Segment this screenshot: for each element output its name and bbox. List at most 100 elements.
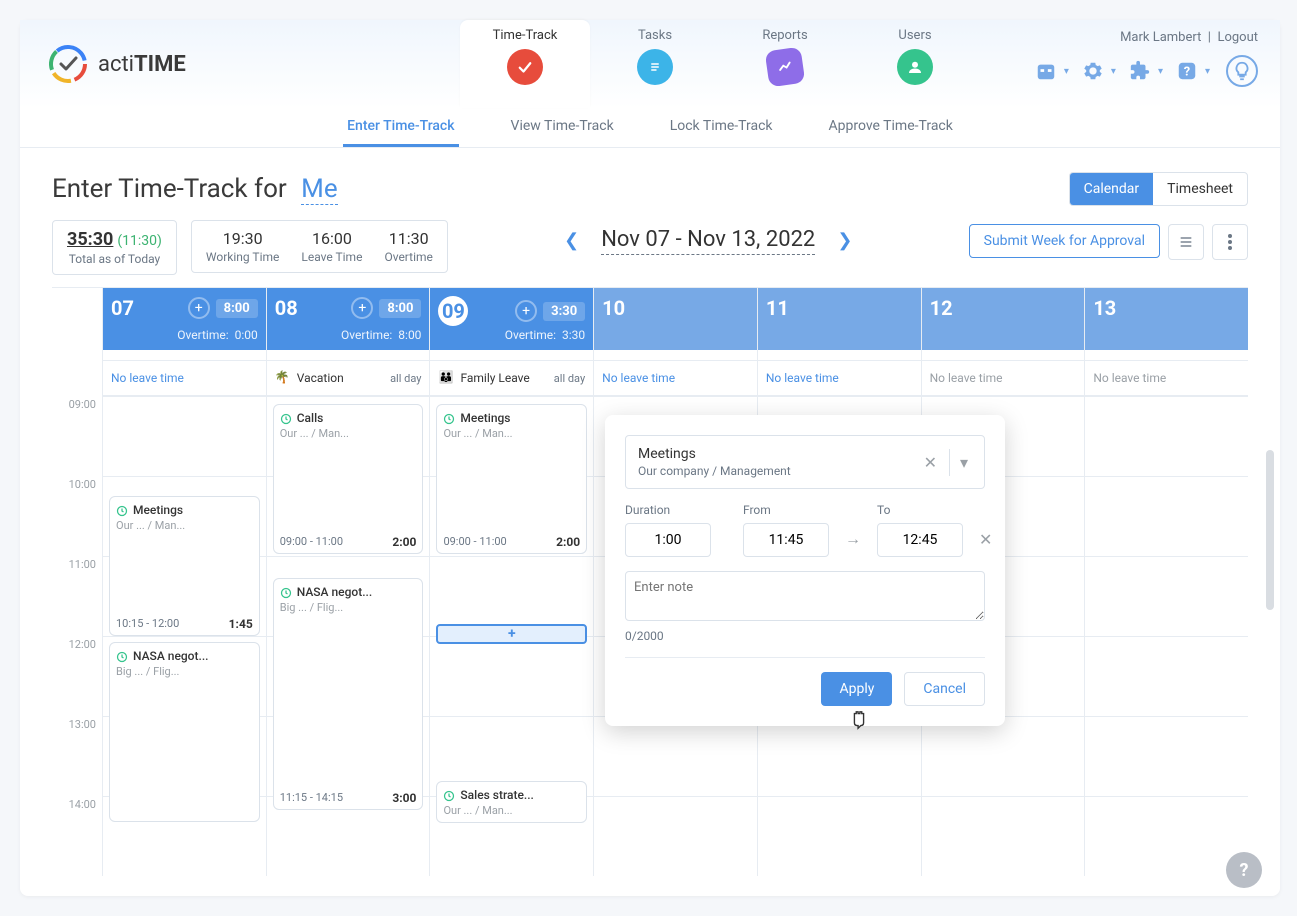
to-input[interactable] xyxy=(877,523,963,557)
calendar-event[interactable]: MeetingsOur ... / Man...09:00 - 11:002:0… xyxy=(436,404,587,554)
leave-row[interactable]: 👪 Family Leave all day xyxy=(430,360,593,396)
subnav-enter[interactable]: Enter Time-Track xyxy=(343,108,458,147)
clear-task-icon[interactable]: ✕ xyxy=(920,449,941,476)
subnav-approve[interactable]: Approve Time-Track xyxy=(825,108,957,147)
add-entry-icon[interactable]: + xyxy=(515,300,537,322)
leave-row[interactable]: 🌴Vacationall day xyxy=(267,360,430,396)
clock-icon xyxy=(116,651,128,663)
calendar-event[interactable]: Sales strate...Our ... / Man... xyxy=(436,781,587,823)
list-view-icon[interactable] xyxy=(1168,224,1204,260)
clock-icon xyxy=(443,790,455,802)
day-col: 08+8:00Overtime: 8:00 🌴Vacationall day Ca… xyxy=(266,288,430,876)
nav-tasks[interactable]: Tasks xyxy=(590,20,720,108)
user-icon xyxy=(897,49,933,85)
day-overtime: Overtime: 3:30 xyxy=(438,328,585,342)
clock-icon xyxy=(280,413,292,425)
calendar-event[interactable]: NASA negot...Big ... / Flig...11:15 - 14… xyxy=(273,578,424,810)
view-calendar[interactable]: Calendar xyxy=(1070,173,1154,205)
help-fab[interactable]: ? xyxy=(1226,852,1262,888)
leave-text: Vacation xyxy=(297,371,344,385)
title-row: Enter Time-Track for Me Calendar Timeshe… xyxy=(52,172,1248,206)
duration-input[interactable] xyxy=(625,523,711,557)
note-input[interactable] xyxy=(625,571,985,621)
clear-time-icon[interactable]: ✕ xyxy=(979,530,992,557)
nav-reports[interactable]: Reports xyxy=(720,20,850,108)
summary-total[interactable]: 35:30(11:30) Total as of Today xyxy=(52,220,177,275)
leave-text: No leave time xyxy=(766,371,839,385)
hour-label: 10:00 xyxy=(52,476,102,556)
logo[interactable]: actiTIME xyxy=(20,20,460,108)
calendar-event[interactable]: CallsOur ... / Man...09:00 - 11:002:00 xyxy=(273,404,424,554)
leave-tag: all day xyxy=(554,372,585,385)
calendar-event[interactable]: NASA negot...Big ... / Flig... xyxy=(109,642,260,822)
logo-icon xyxy=(48,44,88,84)
day-header[interactable]: 11 xyxy=(758,288,921,350)
leave-text: No leave time xyxy=(602,371,675,385)
next-week[interactable]: ❯ xyxy=(833,226,856,255)
day-number: 07 xyxy=(111,296,134,320)
leave-text: Family Leave xyxy=(460,371,529,385)
username-link[interactable]: Mark Lambert xyxy=(1120,30,1201,45)
hour-label: 09:00 xyxy=(52,396,102,476)
help-icon[interactable]: ? xyxy=(1173,57,1201,85)
prev-week[interactable]: ❮ xyxy=(560,226,583,255)
nav-users[interactable]: Users xyxy=(850,20,980,108)
scrollbar[interactable] xyxy=(1266,450,1274,610)
add-entry-icon[interactable]: + xyxy=(188,297,210,319)
leave-row[interactable]: No leave time xyxy=(594,360,757,396)
view-timesheet[interactable]: Timesheet xyxy=(1153,173,1247,205)
gear-icon[interactable] xyxy=(1079,57,1107,85)
apply-button[interactable]: Apply xyxy=(821,672,892,706)
add-entry-icon[interactable]: + xyxy=(351,297,373,319)
subnav-view[interactable]: View Time-Track xyxy=(507,108,618,147)
task-path: Our company / Management xyxy=(638,464,912,478)
day-header[interactable]: 12 xyxy=(922,288,1085,350)
leave-text: No leave time xyxy=(111,371,184,385)
day-number: 09 xyxy=(438,296,468,326)
main-nav: Time-Track Tasks Reports Users xyxy=(460,20,1032,108)
more-icon[interactable] xyxy=(1212,224,1248,260)
day-header[interactable]: 08+8:00Overtime: 8:00 xyxy=(267,288,430,350)
day-header[interactable]: 10 xyxy=(594,288,757,350)
dropdown-icon[interactable]: ▾ xyxy=(949,449,972,476)
day-number: 12 xyxy=(930,296,953,320)
day-grid[interactable]: MeetingsOur ... / Man...10:15 - 12:001:4… xyxy=(103,396,266,876)
from-input[interactable] xyxy=(743,523,829,557)
task-selector[interactable]: Meetings Our company / Management ✕ ▾ xyxy=(625,435,985,489)
leave-row[interactable]: No leave time xyxy=(103,360,266,396)
date-nav: ❮ Nov 07 - Nov 13, 2022 ❯ xyxy=(462,226,955,255)
clock-icon xyxy=(116,505,128,517)
submit-week-button[interactable]: Submit Week for Approval xyxy=(969,224,1160,258)
day-grid[interactable] xyxy=(1085,396,1248,876)
logout-link[interactable]: Logout xyxy=(1217,30,1258,45)
day-grid[interactable]: MeetingsOur ... / Man...09:00 - 11:002:0… xyxy=(430,396,593,876)
page-title: Enter Time-Track for Me xyxy=(52,174,338,204)
lightbulb-icon[interactable] xyxy=(1226,55,1258,87)
leave-row[interactable]: No leave time xyxy=(922,360,1085,396)
add-slot[interactable]: + xyxy=(436,624,587,644)
day-col: 13 No leave time xyxy=(1084,288,1248,876)
day-grid[interactable]: CallsOur ... / Man...09:00 - 11:002:00 N… xyxy=(267,396,430,876)
svg-text:?: ? xyxy=(1184,65,1190,80)
date-range[interactable]: Nov 07 - Nov 13, 2022 xyxy=(601,227,815,255)
day-number: 11 xyxy=(766,296,789,320)
day-header[interactable]: 07+8:00Overtime: 0:00 xyxy=(103,288,266,350)
puzzle-icon[interactable] xyxy=(1126,57,1154,85)
subnav-lock[interactable]: Lock Time-Track xyxy=(666,108,777,147)
nav-time-track[interactable]: Time-Track xyxy=(460,20,590,108)
calendar-event[interactable]: MeetingsOur ... / Man...10:15 - 12:001:4… xyxy=(109,496,260,636)
cursor-icon xyxy=(848,709,870,737)
summary-detail: 19:30Working Time 16:00Leave Time 11:30O… xyxy=(191,220,448,273)
leave-row[interactable]: No leave time xyxy=(1085,360,1248,396)
leave-row[interactable]: No leave time xyxy=(758,360,921,396)
day-header[interactable]: 09+3:30Overtime: 3:30 xyxy=(430,288,593,350)
day-number: 10 xyxy=(602,296,625,320)
cancel-button[interactable]: Cancel xyxy=(904,672,985,706)
day-header[interactable]: 13 xyxy=(1085,288,1248,350)
calendar-range-icon[interactable] xyxy=(1032,57,1060,85)
family-icon: 👪 xyxy=(438,370,454,386)
duration-label: Duration xyxy=(625,503,711,517)
day-overtime: Overtime: 8:00 xyxy=(275,328,422,342)
user-selector[interactable]: Me xyxy=(301,174,338,205)
topbar: actiTIME Time-Track Tasks Reports Users … xyxy=(20,20,1280,108)
